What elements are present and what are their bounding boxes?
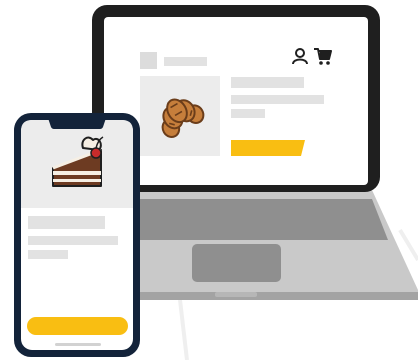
device-mockup-illustration — [14, 5, 418, 360]
phone-text-line-1 — [28, 236, 118, 245]
phone-home-indicator — [55, 343, 101, 346]
laptop-keyboard — [97, 199, 388, 240]
laptop-text-line-2 — [231, 109, 265, 118]
phone-title-placeholder — [28, 216, 105, 229]
laptop-add-to-cart-button[interactable] — [231, 140, 305, 156]
phone-text-line-2 — [28, 250, 68, 259]
phone — [14, 113, 140, 357]
phone-add-to-cart-button[interactable] — [27, 317, 128, 335]
laptop-nav-placeholder — [164, 57, 207, 66]
laptop-trackpad — [192, 244, 281, 282]
laptop-base-notch — [215, 292, 257, 297]
phone-notch — [48, 118, 106, 129]
laptop-text-line-1 — [231, 95, 324, 104]
laptop-title-placeholder — [231, 77, 304, 88]
laptop-logo-placeholder — [140, 52, 157, 69]
